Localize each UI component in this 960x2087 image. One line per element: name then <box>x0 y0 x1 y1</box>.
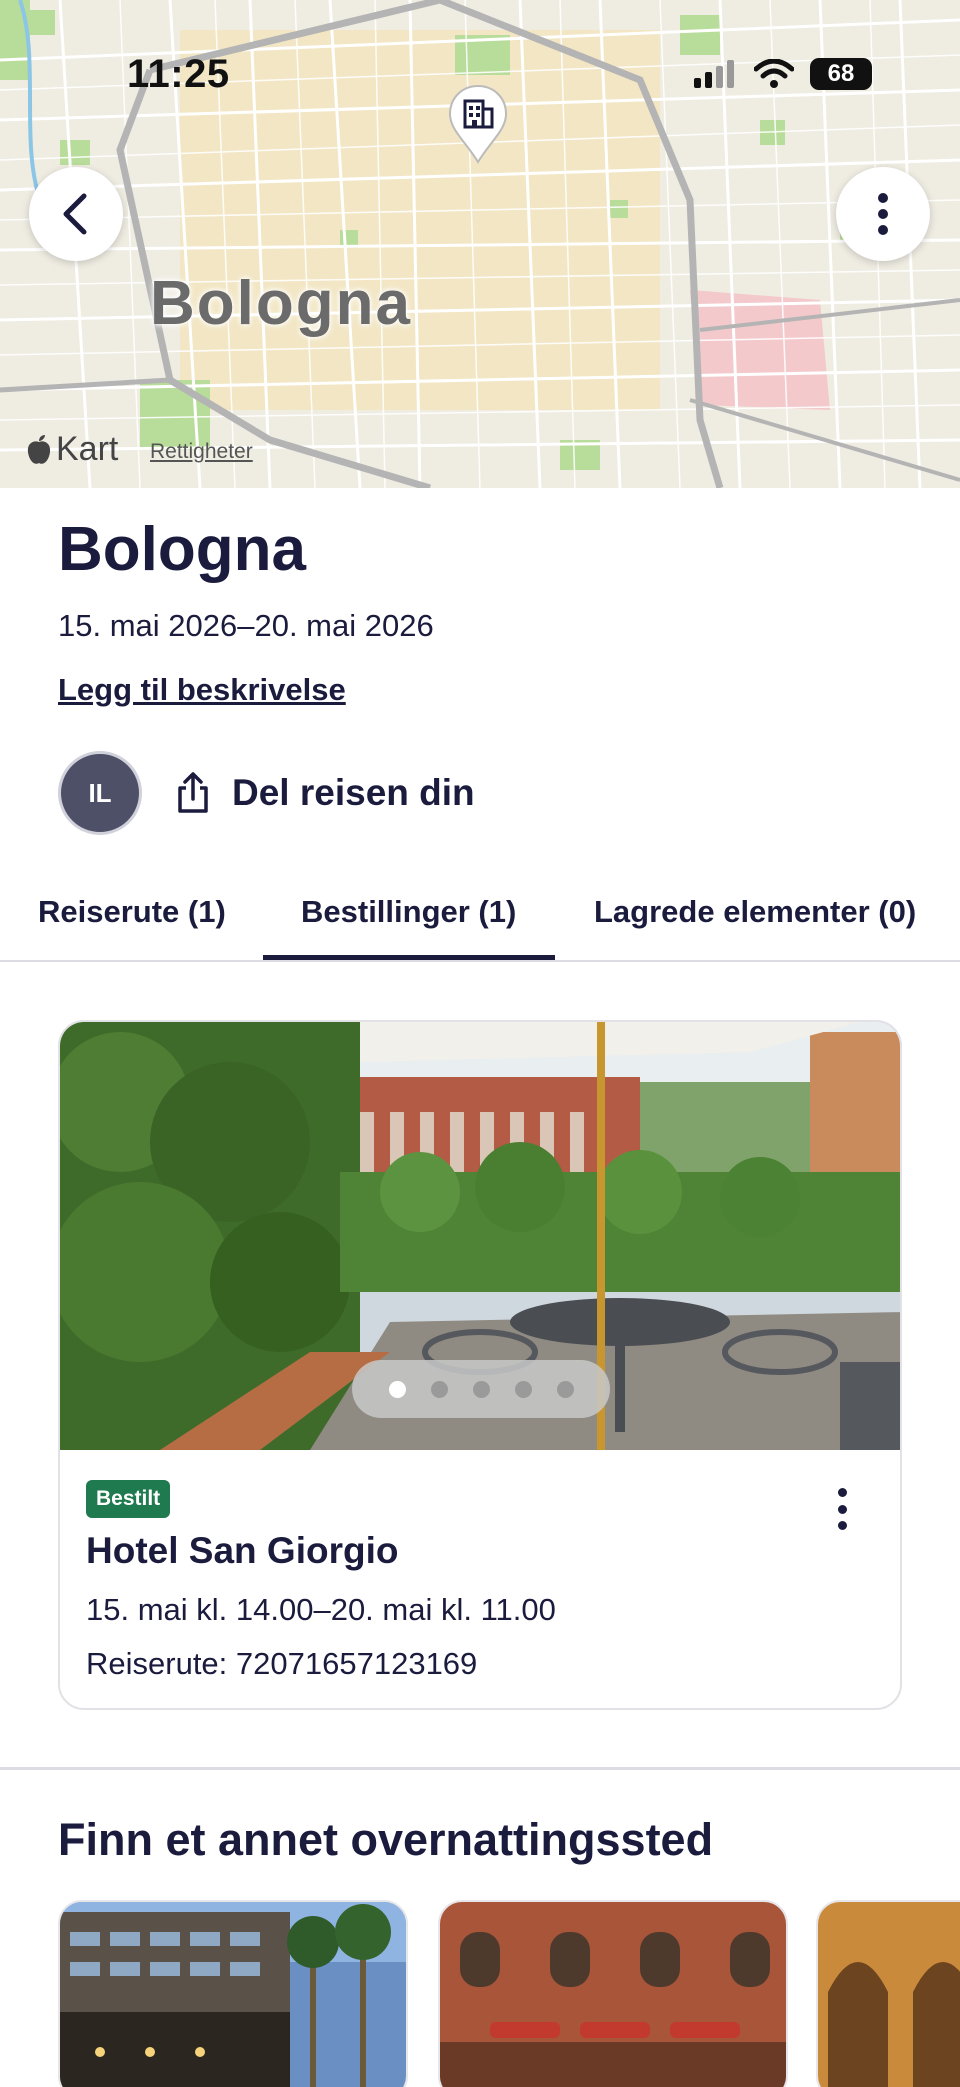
more-vertical-icon <box>878 193 888 235</box>
carousel-dot[interactable] <box>430 1380 448 1398</box>
itinerary-number: 72071657123169 <box>235 1646 478 1681</box>
booking-card[interactable]: Bestilt Hotel San Giorgio 15. mai kl. 14… <box>58 1020 902 1710</box>
battery-indicator: 68 <box>810 58 872 90</box>
more-dot <box>837 1521 847 1530</box>
tab-bar: Reiserute (1) Bestillinger (1) Lagrede e… <box>0 880 960 962</box>
avatar[interactable]: IL <box>58 751 142 835</box>
section-title: Finn et annet overnattingssted <box>58 1814 714 1865</box>
section-divider <box>0 1767 960 1770</box>
map-view[interactable]: 11:25 68 Bologna Kart Rettigheter <box>0 0 960 488</box>
carousel-dot[interactable] <box>388 1380 406 1398</box>
tab-saved-items[interactable]: Lagrede elementer (0) <box>594 894 916 930</box>
accommodation-photo <box>818 1902 960 2087</box>
accommodation-card[interactable] <box>58 1900 408 2087</box>
cellular-signal-icon <box>694 60 734 88</box>
carousel-dot[interactable] <box>514 1380 532 1398</box>
booking-more-options-button[interactable] <box>822 1484 862 1534</box>
tab-bookings[interactable]: Bestillinger (1) <box>301 894 516 930</box>
map-brand-label: Kart <box>56 430 119 468</box>
hotel-map-pin[interactable] <box>446 84 510 164</box>
more-dot <box>837 1488 847 1497</box>
back-button[interactable] <box>29 167 123 261</box>
apple-logo-icon <box>27 434 51 464</box>
share-label: Del reisen din <box>232 772 475 813</box>
trip-dates: 15. mai 2026–20. mai 2026 <box>58 608 434 643</box>
booking-time-range: 15. mai kl. 14.00–20. mai kl. 11.00 <box>86 1592 556 1627</box>
map-brand: Kart <box>26 430 118 469</box>
share-trip-button[interactable]: Del reisen din <box>176 772 475 814</box>
add-description-link[interactable]: Legg til beskrivelse <box>58 672 346 708</box>
carousel-dot[interactable] <box>556 1380 574 1398</box>
wifi-icon <box>754 59 794 88</box>
status-time: 11:25 <box>127 52 230 96</box>
accommodation-card[interactable] <box>438 1900 788 2087</box>
active-tab-indicator <box>263 955 555 960</box>
itinerary-label: Reiserute: <box>86 1646 228 1681</box>
map-rights-link[interactable]: Rettigheter <box>150 440 253 464</box>
accommodation-photo <box>60 1902 406 2087</box>
carousel-dot[interactable] <box>472 1380 490 1398</box>
accommodation-photo <box>440 1902 786 2087</box>
more-options-button[interactable] <box>836 167 930 261</box>
trip-title: Bologna <box>58 515 306 584</box>
map-city-label: Bologna <box>150 269 412 338</box>
photo-carousel-indicator[interactable] <box>352 1360 610 1418</box>
accommodation-card[interactable] <box>816 1900 960 2087</box>
itinerary-reference: Reiserute: 72071657123169 <box>86 1646 477 1682</box>
hotel-name: Hotel San Giorgio <box>86 1530 399 1571</box>
chevron-left-icon <box>63 193 87 235</box>
status-badge: Bestilt <box>86 1480 171 1518</box>
share-icon <box>178 772 208 813</box>
status-icons: 68 <box>694 58 872 90</box>
more-dot <box>837 1504 847 1514</box>
tab-itinerary[interactable]: Reiserute (1) <box>38 894 226 930</box>
